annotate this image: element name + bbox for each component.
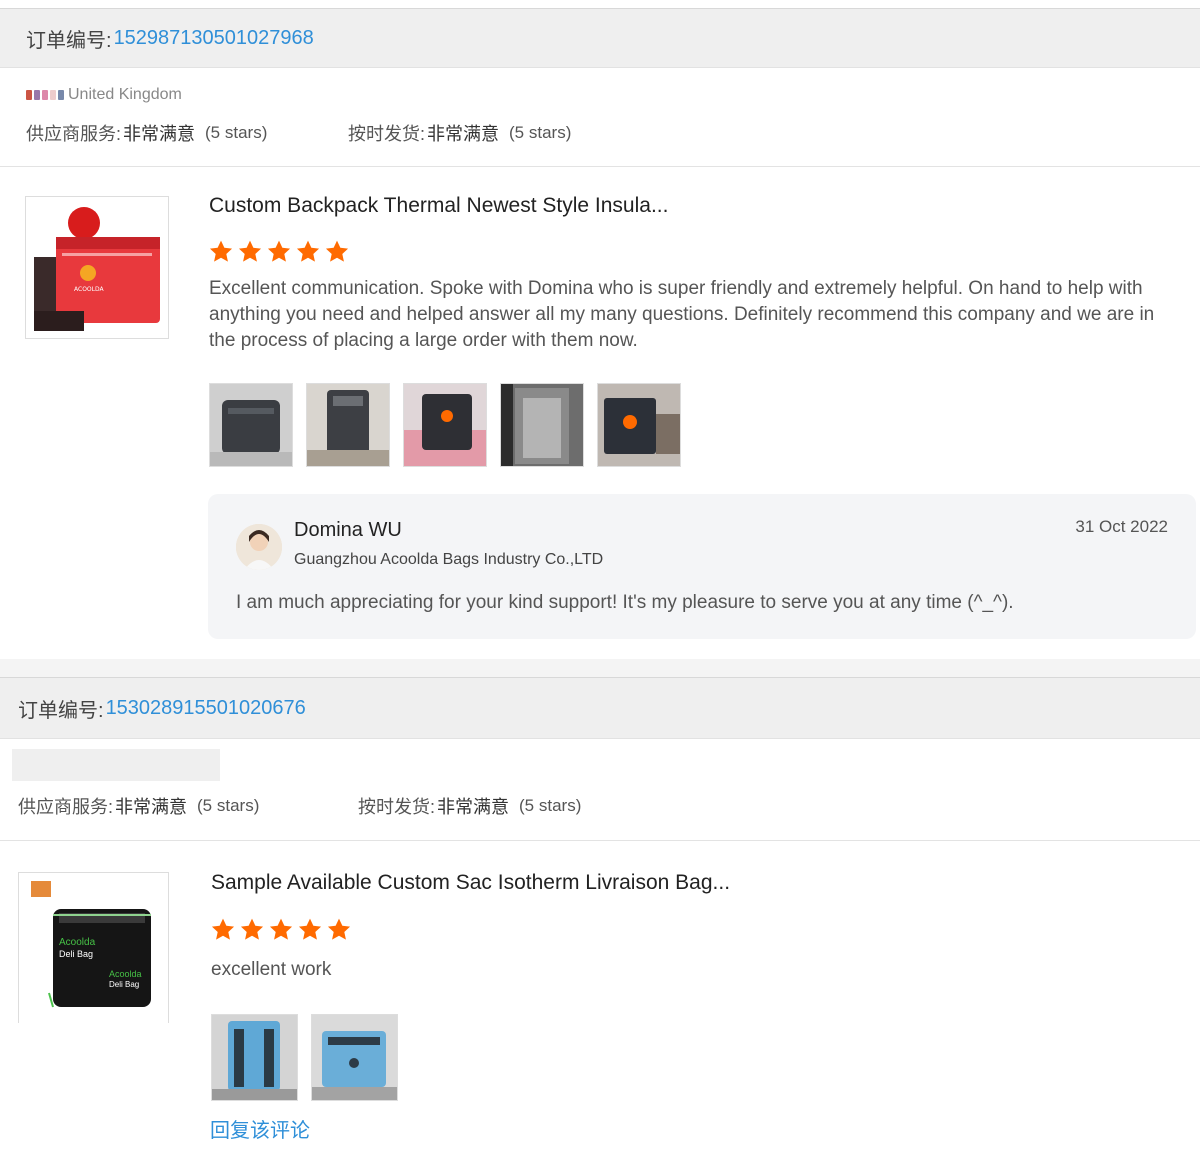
bag-logo-text: Deli Bag (109, 980, 140, 989)
order-header: 订单编号: 153028915501020676 (0, 677, 1200, 739)
review-photo[interactable] (311, 1014, 398, 1101)
reply-author-name: Domina WU (294, 519, 402, 541)
review-text: excellent work (211, 959, 332, 980)
order-label: 订单编号: (26, 29, 112, 52)
rating-stars (210, 917, 352, 943)
review-photo[interactable] (209, 383, 293, 467)
on-time-value: 非常满意 (437, 797, 510, 817)
review-photo[interactable] (500, 383, 584, 467)
reply-text: I am much appreciating for your kind sup… (236, 592, 1014, 613)
black-delivery-bag-image (19, 873, 168, 1023)
on-time-stars: (5 stars) (519, 796, 582, 815)
review-photo[interactable] (211, 1014, 298, 1101)
star-icon (296, 240, 320, 262)
review-photo[interactable] (597, 383, 681, 467)
product-title-link[interactable]: Custom Backpack Thermal Newest Style Ins… (209, 194, 668, 218)
star-icon (267, 240, 291, 262)
reply-date: 31 Oct 2022 (1075, 517, 1168, 536)
review-photo[interactable] (306, 383, 390, 467)
seller-reply: Domina WU Guangzhou Acoolda Bags Industr… (208, 494, 1196, 639)
on-time-stars: (5 stars) (509, 123, 572, 142)
review-photo[interactable] (403, 383, 487, 467)
supplier-service-label: 供应商服务: (26, 124, 122, 144)
seller-ratings: 供应商服务: 非常满意 (5 stars) 按时发货: 非常满意 (5 star… (18, 793, 581, 819)
review-images (209, 383, 681, 467)
section-divider (0, 166, 1200, 167)
supplier-service-stars: (5 stars) (205, 123, 268, 142)
red-delivery-box-image: ACOOLDA (26, 197, 168, 338)
avatar (236, 524, 282, 570)
star-icon (325, 240, 349, 262)
star-icon (240, 918, 264, 940)
product-thumbnail[interactable]: ACOOLDA (25, 196, 169, 339)
buyer-location: United Kingdom (26, 86, 182, 104)
review-images (211, 1014, 398, 1101)
order-separator (0, 659, 1200, 677)
order-number-link[interactable]: 152987130501027968 (114, 27, 314, 50)
seller-ratings: 供应商服务: 非常满意 (5 stars) 按时发货: 非常满意 (5 star… (26, 120, 571, 146)
bag-logo-text: Acoolda (59, 937, 96, 948)
order-header: 订单编号: 152987130501027968 (0, 8, 1200, 68)
order-label: 订单编号: (18, 699, 104, 722)
product-title-link[interactable]: Sample Available Custom Sac Isotherm Liv… (211, 871, 730, 895)
star-icon (269, 918, 293, 940)
star-icon (327, 918, 351, 940)
buyer-country: United Kingdom (68, 86, 182, 103)
supplier-service-value: 非常满意 (123, 124, 196, 144)
buyer-location-placeholder (12, 749, 220, 781)
supplier-service-stars: (5 stars) (197, 796, 260, 815)
star-icon (298, 918, 322, 940)
on-time-label: 按时发货: (348, 124, 426, 144)
country-flag-icon (26, 90, 64, 100)
on-time-label: 按时发货: (358, 797, 436, 817)
bag-logo-text: Deli Bag (59, 949, 94, 959)
rating-stars (208, 239, 350, 265)
bag-logo-text: Acoolda (109, 969, 142, 979)
supplier-service-label: 供应商服务: (18, 797, 114, 817)
star-icon (209, 240, 233, 262)
star-icon (211, 918, 235, 940)
svg-text:ACOOLDA: ACOOLDA (74, 286, 104, 293)
order-number-link[interactable]: 153028915501020676 (106, 697, 306, 720)
review-text: Excellent communication. Spoke with Domi… (209, 278, 1155, 351)
section-divider (0, 840, 1200, 841)
star-icon (238, 240, 262, 262)
reply-to-review-link[interactable]: 回复该评论 (210, 1114, 310, 1143)
product-thumbnail[interactable]: Acoolda Deli Bag Acoolda Deli Bag (18, 872, 169, 1023)
on-time-value: 非常满意 (427, 124, 500, 144)
reply-company: Guangzhou Acoolda Bags Industry Co.,LTD (294, 551, 604, 568)
supplier-service-value: 非常满意 (115, 797, 188, 817)
